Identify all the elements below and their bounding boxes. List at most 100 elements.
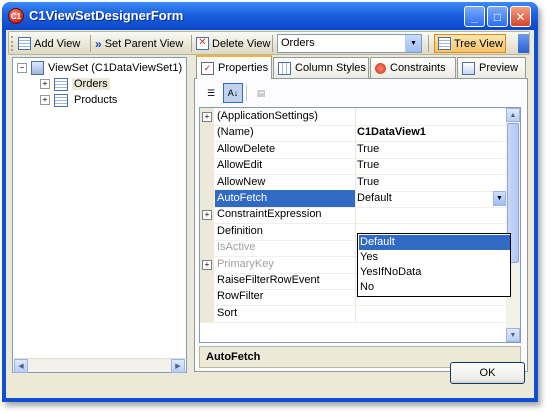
row-gutter <box>200 173 214 191</box>
collapse-icon[interactable]: − <box>17 63 27 73</box>
scroll-right-icon[interactable]: ▶ <box>171 359 185 373</box>
column-styles-icon <box>278 61 291 75</box>
set-parent-view-button[interactable]: » Set Parent View <box>95 35 183 52</box>
tree-root-label: ViewSet (C1DataViewSet1) <box>48 62 183 74</box>
property-row[interactable]: (Name) C1DataView1 <box>200 124 508 143</box>
property-name: RaiseFilterRowEvent <box>215 272 356 289</box>
property-name: AllowNew <box>215 173 356 191</box>
property-name: RowFilter <box>215 288 356 306</box>
add-view-button[interactable]: Add View <box>18 35 80 52</box>
tree-view-toggle[interactable]: Tree View <box>434 34 506 53</box>
double-chevron-right-icon: » <box>95 36 102 51</box>
row-gutter <box>200 190 214 207</box>
scroll-up-icon[interactable]: ▲ <box>506 108 520 122</box>
property-value[interactable]: True <box>355 157 508 174</box>
row-gutter <box>200 124 214 142</box>
scroll-down-icon[interactable]: ▼ <box>506 328 520 342</box>
property-row[interactable]: + ConstraintExpression <box>200 206 508 225</box>
tab-constraints[interactable]: Constraints <box>370 57 456 78</box>
row-gutter <box>200 222 214 240</box>
scroll-left-icon[interactable]: ◀ <box>14 359 28 373</box>
property-row[interactable]: + (ApplicationSettings) <box>200 108 506 126</box>
tree-root[interactable]: − ViewSet (C1DataViewSet1) <box>17 60 182 76</box>
toolbar-grip[interactable] <box>11 36 14 51</box>
chevron-down-icon[interactable]: ▼ <box>405 35 421 52</box>
property-grid: + (ApplicationSettings) (Name) C1DataView1 A… <box>199 107 521 343</box>
constraints-icon <box>375 62 386 74</box>
dropdown-option[interactable]: Default <box>359 235 510 250</box>
tree-item-label: Products <box>74 94 118 106</box>
properties-icon: ✓ <box>201 61 214 75</box>
property-row[interactable]: Sort <box>200 304 508 323</box>
row-gutter <box>200 239 214 257</box>
categorized-icon[interactable]: ☰ <box>201 83 221 103</box>
toolbar: Add View » Set Parent View ✕ Delete View… <box>8 31 530 55</box>
property-value[interactable] <box>355 108 508 125</box>
tab-label: Constraints <box>390 62 446 74</box>
tab-preview[interactable]: Preview <box>457 57 526 78</box>
designer-window: C1 C1ViewSetDesignerForm _ □ ✕ Add View … <box>2 2 538 402</box>
property-row[interactable]: AllowDelete True <box>200 140 508 159</box>
property-value[interactable]: True <box>355 174 508 191</box>
dropdown-option[interactable]: Yes <box>359 250 510 265</box>
maximize-button[interactable]: □ <box>487 6 508 27</box>
tab-properties[interactable]: ✓ Properties <box>196 55 272 79</box>
expand-icon[interactable]: + <box>202 112 212 122</box>
table-icon <box>54 77 68 91</box>
tree-horizontal-scrollbar[interactable]: ◀ ▶ <box>14 358 185 373</box>
tree-item-products[interactable]: + Products <box>40 92 119 108</box>
tab-label: Column Styles <box>295 62 366 74</box>
view-select-combo[interactable]: Orders ▼ <box>277 34 422 53</box>
property-row[interactable]: AllowEdit True <box>200 157 508 176</box>
tab-label: Properties <box>218 62 269 74</box>
property-value[interactable] <box>355 305 508 322</box>
close-button[interactable]: ✕ <box>510 6 531 27</box>
add-view-label: Add View <box>34 37 81 50</box>
app-icon: C1 <box>8 8 24 24</box>
dropdown-option[interactable]: YesIfNoData <box>359 265 510 280</box>
property-value[interactable] <box>355 206 508 223</box>
tree-view-icon <box>438 37 451 50</box>
properties-panel: ☰ A↓ ▤ + (ApplicationSettings) (Name) C1Dat… <box>194 78 528 372</box>
toolbar-separator <box>191 35 192 52</box>
delete-view-icon: ✕ <box>196 37 209 50</box>
tree-item-orders[interactable]: + Orders <box>40 76 110 92</box>
minimize-button[interactable]: _ <box>464 6 485 27</box>
chevron-down-icon[interactable]: ▼ <box>493 191 506 206</box>
expand-icon[interactable]: + <box>40 79 50 89</box>
toolbar-separator <box>246 85 247 101</box>
viewset-icon <box>31 61 44 75</box>
property-row[interactable]: AutoFetch Default ▼ <box>200 190 506 208</box>
property-value[interactable]: C1DataView1 <box>355 124 508 141</box>
toolbar-separator <box>272 35 273 52</box>
description-title: AutoFetch <box>206 351 261 363</box>
property-value[interactable]: Default <box>355 190 508 207</box>
property-row[interactable]: AllowNew True <box>200 173 508 192</box>
property-pages-icon[interactable]: ▤ <box>251 83 271 103</box>
property-value[interactable]: True <box>355 141 508 158</box>
expand-icon[interactable]: + <box>202 210 212 221</box>
alphabetical-sort-icon[interactable]: A↓ <box>223 83 243 103</box>
property-grid-scrollbar[interactable]: ▲ ▼ <box>506 108 520 342</box>
property-name: Definition <box>215 222 356 240</box>
autofetch-dropdown-list: Default Yes YesIfNoData No <box>357 233 511 297</box>
tree-view-label: Tree View <box>454 37 503 50</box>
row-gutter <box>200 304 214 322</box>
delete-view-button[interactable]: ✕ Delete View <box>196 35 271 52</box>
property-name: AllowEdit <box>215 157 356 175</box>
ok-button[interactable]: OK <box>450 362 525 384</box>
toolbar-overflow-button[interactable] <box>518 34 529 53</box>
set-parent-view-label: Set Parent View <box>104 37 184 50</box>
tab-label: Preview <box>479 62 519 74</box>
expand-icon[interactable]: + <box>202 259 212 270</box>
expand-icon[interactable]: + <box>40 95 50 105</box>
property-name: AllowDelete <box>215 140 356 158</box>
tab-column-styles[interactable]: Column Styles <box>273 57 369 78</box>
row-gutter <box>200 140 214 158</box>
title-bar[interactable]: C1 C1ViewSetDesignerForm _ □ ✕ <box>2 2 538 30</box>
table-icon <box>54 93 68 107</box>
view-select-value: Orders <box>281 37 315 49</box>
tree-item-label: Orders <box>72 78 110 90</box>
row-gutter <box>200 272 214 289</box>
dropdown-option[interactable]: No <box>359 280 510 295</box>
